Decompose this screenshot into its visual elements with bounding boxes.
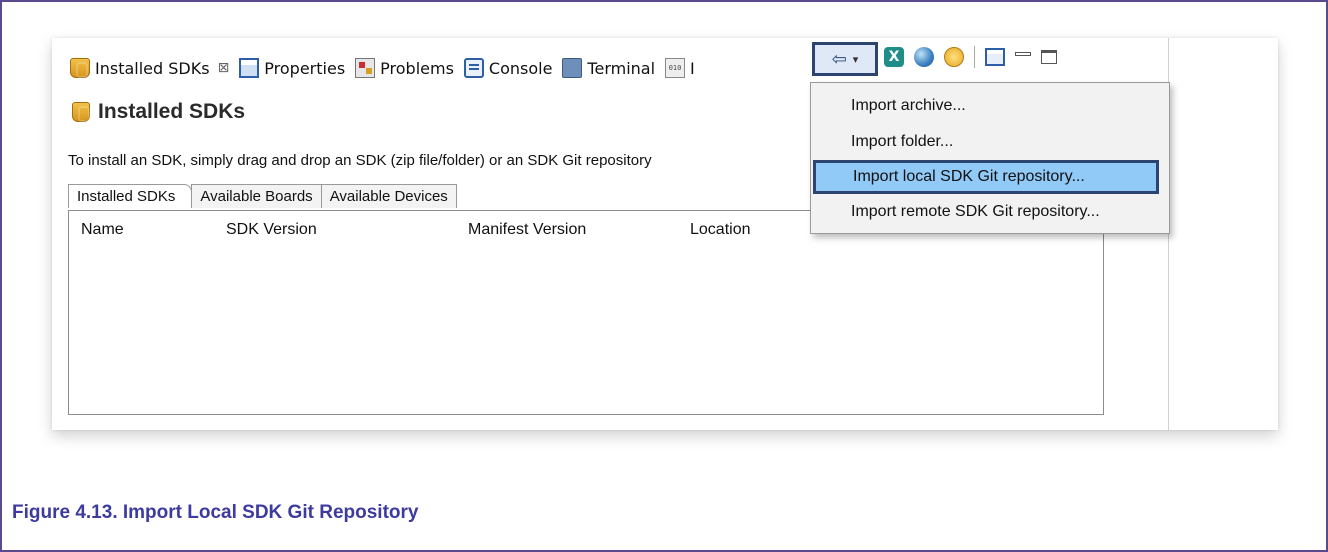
import-button-highlighted[interactable]: ⇦ ▾ xyxy=(812,42,878,76)
minimize-icon[interactable] xyxy=(1015,52,1031,56)
globe-icon[interactable] xyxy=(914,47,934,67)
subtab-bar: Installed SDKs Available Boards Availabl… xyxy=(68,184,457,208)
subtab-available-devices[interactable]: Available Devices xyxy=(320,184,457,208)
tab-terminal[interactable]: Terminal xyxy=(558,53,661,83)
right-panel xyxy=(1168,38,1278,430)
ide-screenshot: Installed SDKs ⊠ Properties Problems Con… xyxy=(52,38,1278,430)
sdk-icon xyxy=(72,102,90,122)
tab-label: Properties xyxy=(264,58,346,78)
close-icon[interactable]: ⊠ xyxy=(218,60,230,76)
menu-item-import-local-git[interactable]: Import local SDK Git repository... xyxy=(813,160,1159,194)
page-header: Installed SDKs xyxy=(72,100,245,124)
x-tool-icon[interactable]: X xyxy=(884,47,904,67)
column-header-name[interactable]: Name xyxy=(69,221,214,239)
tab-binary[interactable]: I xyxy=(661,53,701,83)
binary-icon xyxy=(665,58,686,78)
tab-problems[interactable]: Problems xyxy=(351,53,460,83)
menu-item-import-remote-git[interactable]: Import remote SDK Git repository... xyxy=(811,195,1169,229)
tab-installed-sdks[interactable]: Installed SDKs ⊠ xyxy=(66,53,235,83)
tab-label: I xyxy=(690,58,695,78)
properties-icon xyxy=(239,58,260,78)
tab-label: Installed SDKs xyxy=(95,58,210,78)
terminal-icon xyxy=(562,58,583,78)
tab-label: Problems xyxy=(380,58,454,78)
console-icon xyxy=(463,58,484,78)
subtab-installed-sdks[interactable]: Installed SDKs xyxy=(68,184,193,208)
tab-label: Terminal xyxy=(587,58,656,78)
tab-properties[interactable]: Properties xyxy=(235,53,351,83)
maximize-icon[interactable] xyxy=(1041,50,1057,64)
subtab-available-boards[interactable]: Available Boards xyxy=(191,184,322,208)
sdk-table: Name SDK Version Manifest Version Locati… xyxy=(68,210,1104,415)
menu-item-import-archive[interactable]: Import archive... xyxy=(811,89,1169,123)
menu-item-import-folder[interactable]: Import folder... xyxy=(811,125,1169,159)
page-title: Installed SDKs xyxy=(98,100,246,123)
import-arrow-icon: ⇦ xyxy=(831,48,847,70)
chevron-down-icon[interactable]: ▾ xyxy=(853,53,859,66)
view-menu-icon[interactable] xyxy=(985,48,1005,66)
toolbar-separator xyxy=(974,46,975,68)
problems-icon xyxy=(355,58,376,78)
sync-icon[interactable] xyxy=(944,47,964,67)
tab-label: Console xyxy=(488,58,553,78)
sdk-icon xyxy=(70,58,90,78)
figure-frame: Installed SDKs ⊠ Properties Problems Con… xyxy=(0,0,1328,552)
figure-caption: Figure 4.13. Import Local SDK Git Reposi… xyxy=(12,502,419,523)
view-toolbar: X xyxy=(884,46,1057,68)
column-header-manifest-version[interactable]: Manifest Version xyxy=(456,221,678,239)
import-dropdown-menu: Import archive... Import folder... Impor… xyxy=(810,82,1170,234)
column-header-sdk-version[interactable]: SDK Version xyxy=(214,221,456,239)
tab-console[interactable]: Console xyxy=(460,53,559,83)
instruction-text: To install an SDK, simply drag and drop … xyxy=(68,152,652,169)
